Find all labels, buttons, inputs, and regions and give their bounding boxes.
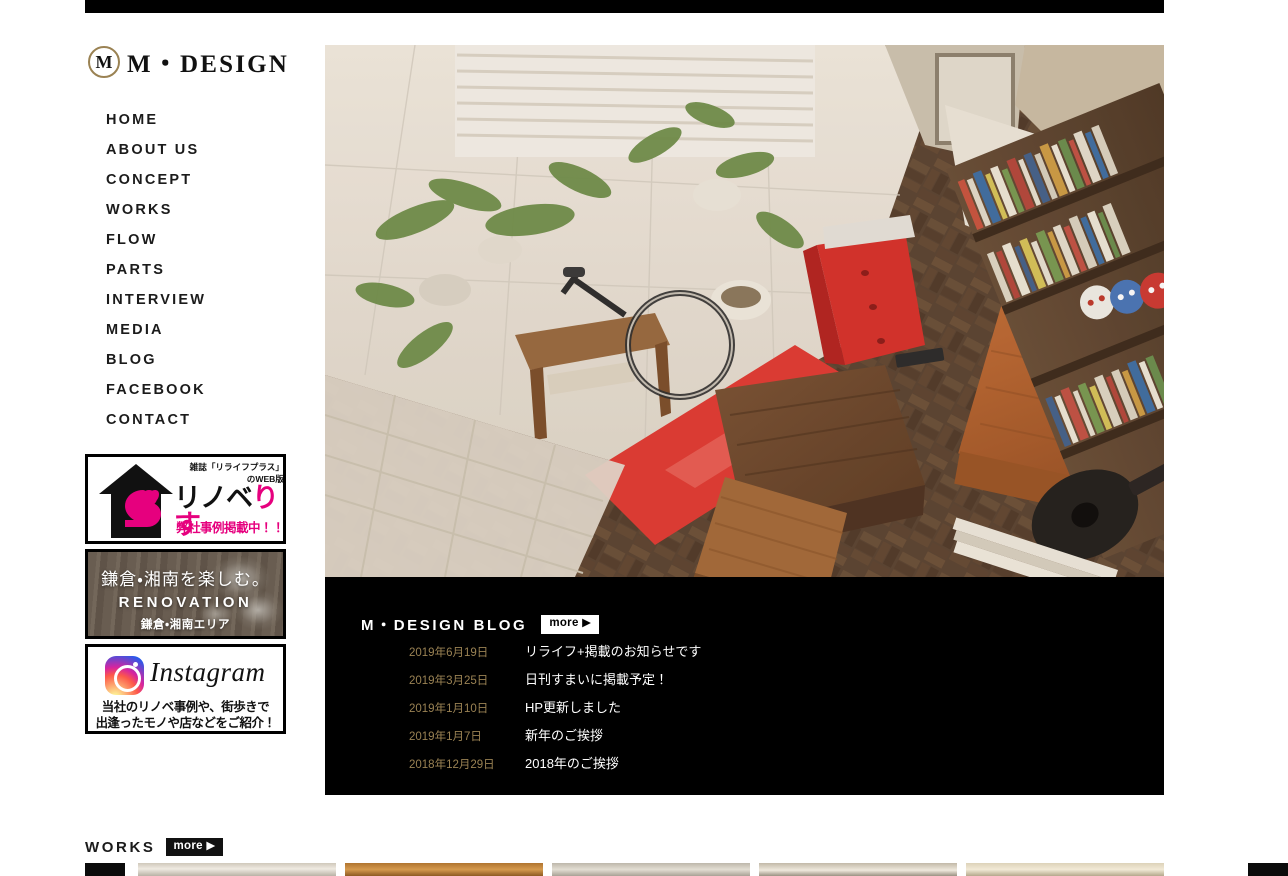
- blog-entry[interactable]: 2019年1月7日 新年のご挨拶: [325, 725, 1164, 753]
- nav-item-interview[interactable]: INTERVIEW: [106, 285, 310, 315]
- blog-entry-title[interactable]: リライフ+掲載のお知らせです: [525, 641, 701, 660]
- works-more-button[interactable]: more ▶: [165, 838, 224, 857]
- sidebar: M M・DESIGN HOME ABOUT US CONCEPT WORKS F…: [85, 40, 310, 435]
- carousel-next-arrow-icon[interactable]: [1248, 863, 1288, 876]
- instagram-sub-line1: 当社のリノベ事例や、街歩きで: [101, 700, 270, 714]
- blog-panel: M・DESIGN BLOG more ▶ 2019年6月19日 リライフ+掲載の…: [325, 577, 1164, 795]
- nav-item-home[interactable]: HOME: [106, 105, 310, 135]
- banner-renovation-line2: RENOVATION: [118, 594, 253, 611]
- top-black-bar: [85, 0, 1164, 13]
- nav-item-about-us[interactable]: ABOUT US: [106, 135, 310, 165]
- works-thumbnails: [138, 863, 1235, 876]
- carousel-prev-arrow-icon[interactable]: [85, 863, 125, 876]
- works-thumbnail-carousel: [85, 863, 1288, 876]
- logo-monogram-icon: M: [88, 46, 120, 78]
- banner-renovation-line3: 鎌倉・湘南エリア: [140, 619, 231, 631]
- blog-entry-date: 2019年3月25日: [409, 675, 489, 687]
- instagram-sub-line2: 出逢ったモノや店などをご紹介！: [95, 716, 276, 731]
- hero-photo: [325, 45, 1164, 577]
- nav-item-contact[interactable]: CONTACT: [106, 405, 310, 435]
- banner-renovation-line1: 鎌倉・湘南を楽しむ。: [101, 570, 270, 589]
- works-section-title: WORKS: [85, 838, 156, 856]
- nav-item-concept[interactable]: CONCEPT: [106, 165, 310, 195]
- blog-entry[interactable]: 2019年3月25日 日刊すまいに掲載予定！: [325, 669, 1164, 697]
- banner-instagram-subtitle: 当社のリノベ事例や、街歩きで 出逢ったモノや店などをご紹介！: [92, 699, 279, 731]
- sidebar-banners: 雑誌「リライフプラス」 のWEB版 リノベりす 弊社事例掲載中！！ 鎌倉・湘南を…: [85, 454, 286, 739]
- main-navigation: HOME ABOUT US CONCEPT WORKS FLOW PARTS I…: [85, 105, 310, 435]
- work-thumbnail[interactable]: [552, 863, 750, 876]
- banner-instagram[interactable]: Instagram 当社のリノベ事例や、街歩きで 出逢ったモノや店などをご紹介！: [85, 644, 286, 734]
- blog-header: M・DESIGN BLOG more ▶: [361, 614, 600, 635]
- instagram-wordmark: Instagram: [150, 657, 266, 687]
- squirrel-house-icon: [99, 464, 173, 538]
- nav-item-media[interactable]: MEDIA: [106, 315, 310, 345]
- site-logo[interactable]: M M・DESIGN: [85, 40, 310, 84]
- hero-image[interactable]: [325, 45, 1164, 577]
- blog-entry-date: 2019年1月7日: [409, 731, 482, 743]
- blog-more-button[interactable]: more ▶: [541, 615, 600, 634]
- work-thumbnail[interactable]: [759, 863, 957, 876]
- blog-entry[interactable]: 2019年6月19日 リライフ+掲載のお知らせです: [325, 641, 1164, 669]
- blog-entry-list: 2019年6月19日 リライフ+掲載のお知らせです 2019年3月25日 日刊す…: [325, 641, 1164, 781]
- banner-renoberisu[interactable]: 雑誌「リライフプラス」 のWEB版 リノベりす 弊社事例掲載中！！: [85, 454, 286, 544]
- work-thumbnail[interactable]: [138, 863, 336, 876]
- banner-caption-line1: 雑誌「リライフプラス」: [189, 462, 284, 472]
- banner-renoberisu-subtitle: 弊社事例掲載中！！: [176, 521, 285, 535]
- blog-entry-date: 2019年1月10日: [409, 703, 489, 715]
- blog-entry[interactable]: 2018年12月29日 2018年のご挨拶: [325, 753, 1164, 781]
- works-header: WORKS more ▶: [85, 838, 224, 857]
- instagram-icon: [105, 656, 144, 695]
- logo-wordmark: M・DESIGN: [127, 51, 290, 78]
- blog-entry-title[interactable]: 日刊すまいに掲載予定！: [525, 669, 668, 688]
- work-thumbnail[interactable]: [966, 863, 1164, 876]
- blog-section-title: M・DESIGN BLOG: [361, 617, 528, 634]
- nav-item-parts[interactable]: PARTS: [106, 255, 310, 285]
- work-thumbnail[interactable]: [345, 863, 543, 876]
- nav-item-flow[interactable]: FLOW: [106, 225, 310, 255]
- nav-item-blog[interactable]: BLOG: [106, 345, 310, 375]
- blog-entry-title[interactable]: HP更新しました: [525, 697, 621, 716]
- blog-entry[interactable]: 2019年1月10日 HP更新しました: [325, 697, 1164, 725]
- blog-entry-date: 2018年12月29日: [409, 759, 495, 771]
- blog-entry-date: 2019年6月19日: [409, 647, 489, 659]
- blog-entry-title[interactable]: 2018年のご挨拶: [525, 753, 619, 772]
- blog-entry-title[interactable]: 新年のご挨拶: [525, 725, 603, 744]
- nav-item-facebook[interactable]: FACEBOOK: [106, 375, 310, 405]
- nav-item-works[interactable]: WORKS: [106, 195, 310, 225]
- banner-renovation-kamakura[interactable]: 鎌倉・湘南を楽しむ。 RENOVATION 鎌倉・湘南エリア: [85, 549, 286, 639]
- homepage: M M・DESIGN HOME ABOUT US CONCEPT WORKS F…: [0, 0, 1288, 876]
